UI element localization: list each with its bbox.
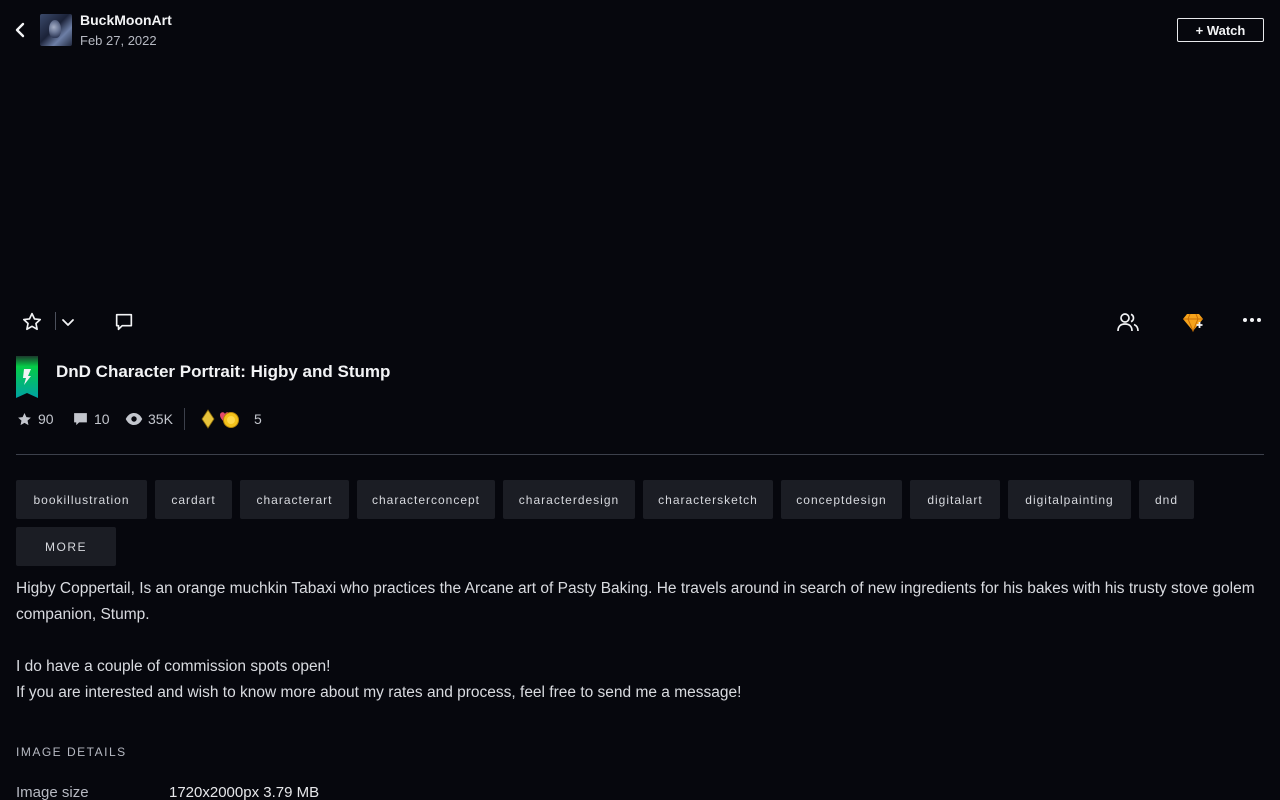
star-outline-icon xyxy=(22,312,42,331)
groups-button[interactable] xyxy=(1115,309,1141,335)
tag-item[interactable]: digitalart xyxy=(910,480,1000,519)
deviation-description: Higby Coppertail, Is an orange muchkin T… xyxy=(16,576,1266,706)
watch-button[interactable]: + Watch xyxy=(1177,18,1264,42)
ellipsis-icon xyxy=(1243,318,1261,322)
star-icon xyxy=(18,412,31,425)
favorite-menu-button[interactable] xyxy=(58,312,78,332)
awards-stat[interactable]: 5 xyxy=(200,408,262,430)
tag-item[interactable]: charactersketch xyxy=(643,480,773,519)
comment-button[interactable] xyxy=(112,310,136,334)
comments-count: 10 xyxy=(94,411,110,427)
favorite-divider xyxy=(55,312,56,330)
eye-icon xyxy=(125,413,143,425)
tag-item[interactable]: characterconcept xyxy=(357,480,495,519)
views-stat: 35K xyxy=(125,408,173,430)
gem-icon xyxy=(1183,313,1203,333)
more-tags-button[interactable]: MORE xyxy=(16,527,116,566)
favorites-count: 90 xyxy=(38,411,54,427)
favorite-button[interactable] xyxy=(20,310,44,334)
image-size-label: Image size xyxy=(16,784,89,800)
stats-divider xyxy=(184,408,185,430)
description-paragraph: If you are interested and wish to know m… xyxy=(16,684,742,701)
comment-icon xyxy=(115,313,133,331)
description-paragraph: I do have a couple of commission spots o… xyxy=(16,658,331,675)
author-name[interactable]: BuckMoonArt xyxy=(80,12,172,28)
users-icon xyxy=(1117,313,1139,332)
tag-item[interactable]: characterdesign xyxy=(503,480,635,519)
tag-item[interactable]: characterart xyxy=(240,480,349,519)
author-avatar[interactable] xyxy=(40,14,72,46)
comment-filled-icon xyxy=(74,412,87,425)
image-size-value: 1720x2000px 3.79 MB xyxy=(169,784,320,800)
top-bar: BuckMoonArt Feb 27, 2022 + Watch xyxy=(0,0,1280,60)
comments-stat[interactable]: 10 xyxy=(72,408,110,430)
give-button[interactable] xyxy=(1180,309,1206,335)
description-paragraph: Higby Coppertail, Is an orange muchkin T… xyxy=(16,580,1255,623)
chevron-left-icon xyxy=(15,22,25,38)
awards-count: 5 xyxy=(254,411,262,427)
views-count: 35K xyxy=(148,411,173,427)
image-details-heading: IMAGE DETAILS xyxy=(16,745,127,759)
deviantart-ribbon-icon xyxy=(16,356,38,400)
tag-item[interactable]: bookillustration xyxy=(16,480,147,519)
tag-item[interactable]: conceptdesign xyxy=(781,480,902,519)
deviation-title: DnD Character Portrait: Higby and Stump xyxy=(56,362,391,381)
tag-item[interactable]: digitalpainting xyxy=(1008,480,1131,519)
tag-item[interactable]: dnd xyxy=(1139,480,1194,519)
tag-item[interactable]: cardart xyxy=(155,480,232,519)
chevron-down-icon xyxy=(62,319,74,326)
deviation-image[interactable] xyxy=(0,60,1280,300)
section-divider xyxy=(16,454,1264,455)
more-options-button[interactable] xyxy=(1240,310,1264,330)
awards-icon xyxy=(201,409,239,429)
publish-date: Feb 27, 2022 xyxy=(80,33,157,48)
back-button[interactable] xyxy=(8,18,32,42)
favorites-stat[interactable]: 90 xyxy=(16,408,54,430)
